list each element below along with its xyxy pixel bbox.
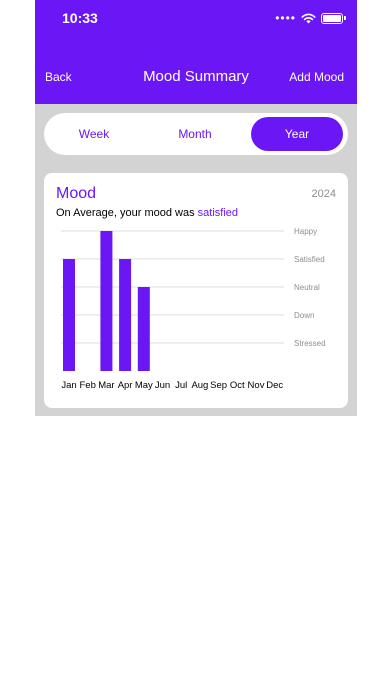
x-month-label: Oct	[230, 380, 245, 391]
mood-card: Happy Satisfied Neutral Down Stressed Jan Feb M…	[44, 173, 348, 408]
y-level-label: Neutral	[294, 283, 320, 292]
wifi-icon	[301, 13, 316, 23]
x-month-label: Aug	[191, 380, 208, 391]
x-month-label: May	[135, 380, 153, 391]
bar-apr	[119, 259, 132, 371]
y-level-label: Happy	[294, 227, 317, 236]
signal-icon: ••••	[275, 11, 296, 25]
card-title: Mood	[56, 185, 97, 202]
x-month-label: Jan	[61, 380, 76, 391]
bar-may	[137, 287, 150, 371]
mood-summary-screen: 10:33 •••• Back Mood Summary Add Mood We…	[35, 0, 357, 416]
segment-week[interactable]: Week	[44, 113, 144, 155]
y-level-label: Stressed	[294, 339, 326, 348]
card-year: 2024	[311, 188, 336, 200]
phone-screen: 10:33 •••• Back Mood Summary Add Mood We…	[0, 0, 392, 696]
x-month-label: Jul	[175, 380, 187, 391]
x-month-label: Sep	[210, 380, 227, 391]
x-month-label: Mar	[98, 380, 114, 391]
period-segmented-control: Week Month Year	[44, 113, 348, 155]
x-month-label: Jun	[155, 380, 170, 391]
segment-year[interactable]: Year	[251, 117, 343, 151]
average-mood-value: satisfied	[197, 207, 239, 219]
average-prefix: On Average, your mood was	[56, 207, 195, 219]
bar-mar	[100, 231, 113, 371]
x-month-label: Feb	[80, 380, 96, 391]
segment-month[interactable]: Month	[145, 113, 245, 155]
add-mood-button[interactable]: Add Mood	[289, 70, 344, 84]
x-month-label: Nov	[248, 380, 265, 391]
bar-jan	[63, 259, 75, 371]
battery-icon	[321, 12, 346, 24]
status-time: 10:33	[62, 10, 98, 26]
y-level-label: Satisfied	[294, 255, 325, 264]
header: 10:33 •••• Back Mood Summary Add Mood	[35, 0, 357, 104]
average-mood-text: On Average, your mood was satisfied	[56, 207, 238, 219]
x-month-label: Apr	[118, 380, 133, 391]
y-level-label: Down	[294, 311, 314, 320]
status-icons: ••••	[275, 11, 346, 25]
x-month-label: Dec	[266, 380, 283, 391]
